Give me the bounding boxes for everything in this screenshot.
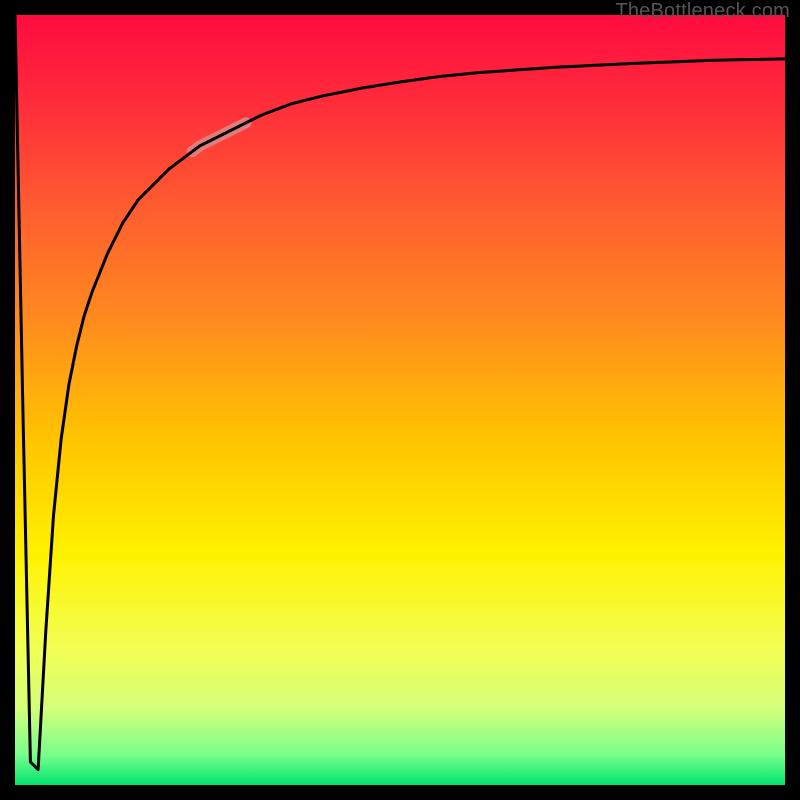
- watermark-text: TheBottleneck.com: [615, 0, 790, 23]
- plot-area: [15, 15, 785, 785]
- chart-svg: [15, 15, 785, 785]
- gradient-background: [15, 15, 785, 785]
- chart-frame: TheBottleneck.com: [0, 0, 800, 800]
